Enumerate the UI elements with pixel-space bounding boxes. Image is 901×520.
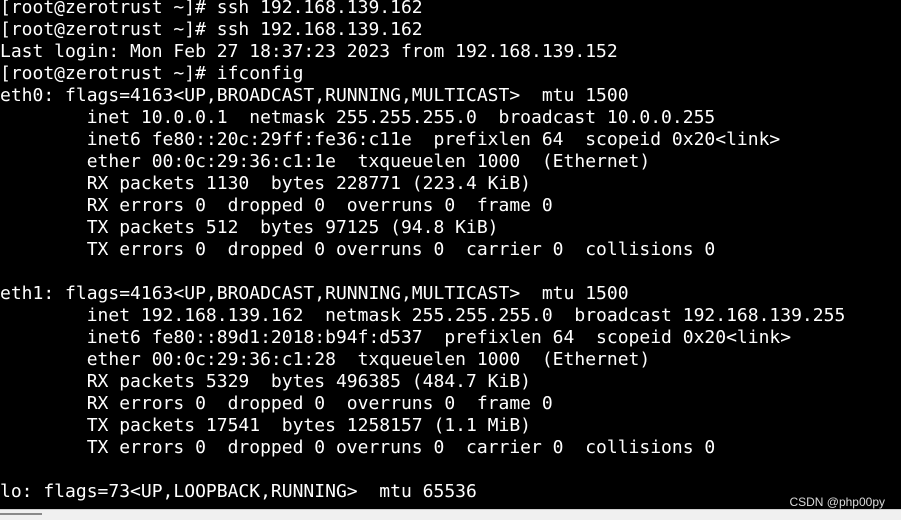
terminal-line: TX packets 512 bytes 97125 (94.8 KiB) bbox=[0, 217, 499, 238]
terminal-line: lo: flags=73<UP,LOOPBACK,RUNNING> mtu 65… bbox=[0, 481, 477, 502]
terminal-line: RX errors 0 dropped 0 overruns 0 frame 0 bbox=[0, 393, 553, 414]
terminal-line: [root@zerotrust ~]# ssh 192.168.139.162 bbox=[0, 0, 423, 18]
terminal-line: ether 00:0c:29:36:c1:28 txqueuelen 1000 … bbox=[0, 349, 651, 370]
terminal-line: inet 10.0.0.1 netmask 255.255.255.0 broa… bbox=[0, 107, 716, 128]
terminal-line: eth0: flags=4163<UP,BROADCAST,RUNNING,MU… bbox=[0, 85, 629, 106]
csdn-watermark: CSDN @php00py bbox=[789, 495, 885, 509]
terminal-line: eth1: flags=4163<UP,BROADCAST,RUNNING,MU… bbox=[0, 283, 629, 304]
terminal-line: inet6 fe80::89d1:2018:b94f:d537 prefixle… bbox=[0, 327, 792, 348]
scrollbar-thumb[interactable] bbox=[0, 513, 42, 515]
terminal-line: inet 192.168.139.162 netmask 255.255.255… bbox=[0, 305, 846, 326]
terminal-line: TX errors 0 dropped 0 overruns 0 carrier… bbox=[0, 437, 716, 458]
terminal-line: TX errors 0 dropped 0 overruns 0 carrier… bbox=[0, 239, 716, 260]
terminal-line: RX packets 5329 bytes 496385 (484.7 KiB) bbox=[0, 371, 532, 392]
terminal-output[interactable]: [root@zerotrust ~]# ssh 192.168.139.162 … bbox=[0, 0, 901, 507]
terminal-line: inet6 fe80::20c:29ff:fe36:c11e prefixlen… bbox=[0, 129, 781, 150]
terminal-line: ether 00:0c:29:36:c1:1e txqueuelen 1000 … bbox=[0, 151, 651, 172]
terminal-line: [root@zerotrust ~]# ifconfig bbox=[0, 63, 304, 84]
terminal-line: RX errors 0 dropped 0 overruns 0 frame 0 bbox=[0, 195, 553, 216]
horizontal-scrollbar[interactable] bbox=[0, 509, 901, 520]
terminal-line: [root@zerotrust ~]# ssh 192.168.139.162 bbox=[0, 19, 423, 40]
terminal-line: RX packets 1130 bytes 228771 (223.4 KiB) bbox=[0, 173, 532, 194]
terminal-line: TX packets 17541 bytes 1258157 (1.1 MiB) bbox=[0, 415, 532, 436]
terminal-line: Last login: Mon Feb 27 18:37:23 2023 fro… bbox=[0, 41, 618, 62]
